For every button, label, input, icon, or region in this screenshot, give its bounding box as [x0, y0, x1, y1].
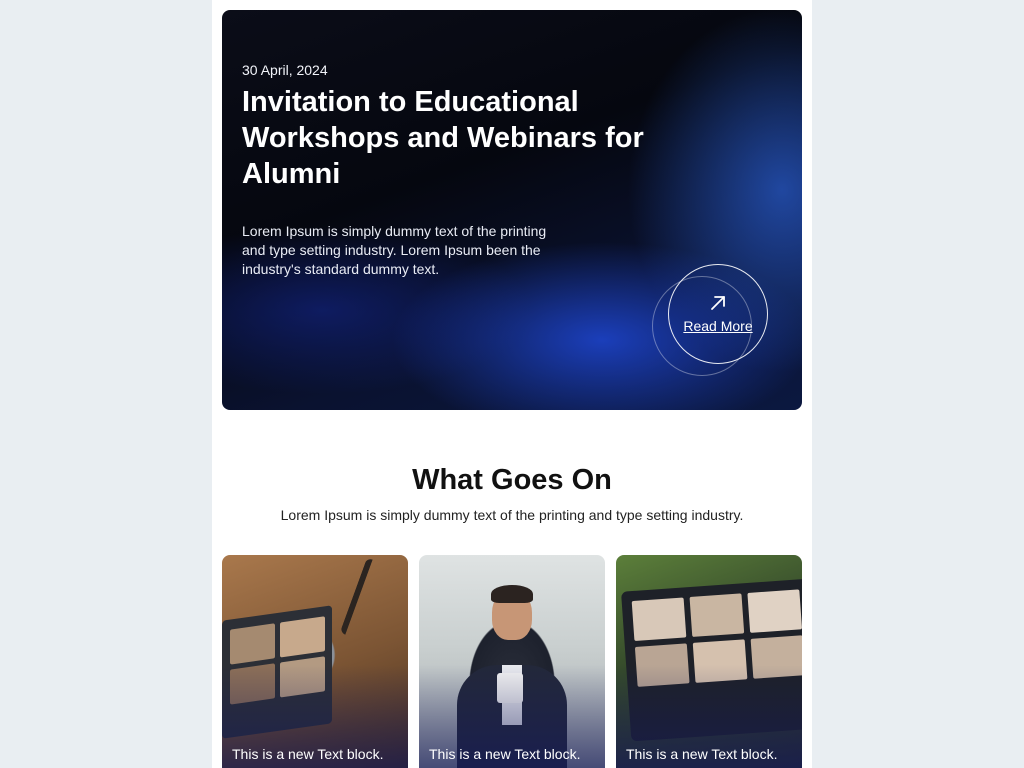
card-caption: This is a new Text block.	[626, 746, 778, 762]
card-caption: This is a new Text block.	[232, 746, 384, 762]
read-more-label: Read More	[683, 318, 753, 334]
card-caption: This is a new Text block.	[429, 746, 581, 762]
email-page: 30 April, 2024 Invitation to Educational…	[212, 0, 812, 768]
hero-date: 30 April, 2024	[242, 62, 328, 78]
section-title: What Goes On	[412, 464, 612, 496]
hero-description: Lorem Ipsum is simply dummy text of the …	[242, 223, 547, 277]
hero-banner: 30 April, 2024 Invitation to Educational…	[222, 10, 802, 410]
read-more-button[interactable]: Read More	[668, 264, 768, 364]
event-card-1[interactable]: This is a new Text block.	[222, 555, 408, 768]
arrow-up-right-icon	[711, 296, 725, 310]
event-card-3[interactable]: This is a new Text block.	[616, 555, 802, 768]
hero-title: Invitation to Educational Workshops and …	[242, 86, 644, 190]
section-subtitle: Lorem Ipsum is simply dummy text of the …	[280, 507, 744, 523]
event-card-2[interactable]: This is a new Text block.	[419, 555, 605, 768]
